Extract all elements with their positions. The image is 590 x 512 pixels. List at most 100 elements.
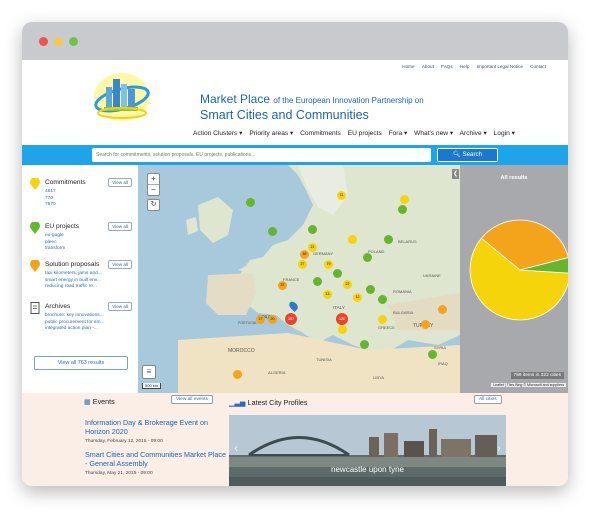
toplink-about[interactable]: About	[422, 64, 434, 69]
solution-proposal-link-3[interactable]: reducing road traffic re...	[45, 284, 102, 291]
commitment-link-1[interactable]: 4817	[45, 189, 56, 196]
carousel-next-button[interactable]: ›	[494, 443, 504, 454]
map-cluster-marker[interactable]: 27	[298, 260, 307, 269]
map-cluster-marker[interactable]: 12	[353, 293, 362, 302]
map-marker-yellow[interactable]	[378, 315, 387, 324]
archives-title: Archives	[45, 303, 71, 310]
search-button[interactable]: 🔍︎ Search	[437, 148, 498, 162]
map-marker-orange[interactable]	[233, 370, 242, 379]
map-marker-yellow[interactable]	[400, 195, 409, 204]
map-cluster-marker[interactable]: 21	[308, 243, 317, 252]
map-marker-green[interactable]	[313, 277, 322, 286]
eu-project-link-1[interactable]: eu-gugle	[45, 233, 65, 240]
toplink-faqs[interactable]: FAQs	[441, 64, 453, 69]
map-cluster-marker[interactable]: 126	[336, 313, 348, 325]
eu-projects-view-all-button[interactable]: View all	[108, 222, 132, 231]
map-cluster-marker[interactable]: 39	[300, 250, 309, 259]
map-cluster-marker[interactable]: 22	[343, 280, 352, 289]
map-marker-orange[interactable]	[421, 320, 430, 329]
carousel-prev-button[interactable]: ‹	[231, 443, 241, 454]
map-cluster-marker[interactable]: 20	[268, 315, 277, 324]
yellow-pin-icon	[30, 178, 40, 190]
map-marker-orange[interactable]	[438, 305, 447, 314]
map-marker-green[interactable]	[384, 235, 393, 244]
items-count-label: 789 items in 322 cities	[510, 372, 564, 379]
smart-city-logo[interactable]	[92, 69, 152, 123]
nav-commitments[interactable]: Commitments	[300, 130, 341, 137]
map-country-label: MOROCCO	[228, 348, 255, 354]
solution-proposals-view-all-button[interactable]: View all	[108, 260, 132, 269]
bottom-section: ▦ Events View all events Information Day…	[22, 393, 568, 486]
events-title: Events	[92, 397, 115, 406]
solution-proposals-section: Solution proposals View all taxi kilomet…	[30, 260, 134, 300]
map-cluster-marker[interactable]: 13	[323, 290, 332, 299]
event-title-link[interactable]: Smart Cities and Communities Market Plac…	[85, 450, 230, 468]
toplink-legal-notice[interactable]: Important Legal Notice	[477, 64, 523, 69]
map-country-label: BULGARIA	[393, 310, 414, 315]
map-layers-button[interactable]: ≡	[142, 365, 156, 379]
commitment-link-3[interactable]: 7570	[45, 202, 56, 209]
maximize-window-button[interactable]	[69, 37, 78, 46]
city-profile-carousel[interactable]: ‹ › newcastle upon tyne	[229, 415, 506, 486]
map-marker-yellow[interactable]	[338, 325, 347, 334]
nav-action-clusters[interactable]: Action Clusters ▾	[193, 130, 242, 137]
zoom-in-button[interactable]: +	[148, 174, 159, 185]
nav-fora[interactable]: Fora ▾	[389, 130, 408, 137]
results-collapse-handle[interactable]: ❮	[452, 169, 459, 179]
map-marker-green[interactable]	[428, 350, 437, 359]
map-zoom-control: + −	[147, 173, 160, 196]
zoom-out-button[interactable]: −	[148, 185, 159, 195]
map-marker-green[interactable]	[268, 227, 277, 236]
city-profiles-title: Latest City Profiles	[247, 398, 308, 407]
all-cities-button[interactable]: All cities	[474, 395, 502, 404]
event-title-link[interactable]: Information Day & Brokerage Event on Hor…	[85, 418, 230, 436]
map-marker-green[interactable]	[378, 295, 387, 304]
archive-link-1[interactable]: brochure: key innovations...	[45, 313, 104, 320]
nav-priority-areas[interactable]: Priority areas ▾	[249, 130, 293, 137]
map-cluster-marker[interactable]: 37	[278, 281, 287, 290]
results-pie-chart[interactable]	[460, 205, 568, 345]
map-marker-green[interactable]	[360, 340, 369, 349]
map-marker-yellow[interactable]	[348, 235, 357, 244]
view-all-results-button[interactable]: View all 763 results	[34, 356, 128, 370]
nav-login[interactable]: Login ▾	[494, 130, 515, 137]
commitments-title: Commitments	[45, 179, 86, 186]
map-marker-green[interactable]	[363, 253, 372, 262]
eu-projects-title: EU projects	[45, 223, 80, 230]
map-marker-green[interactable]	[398, 205, 407, 214]
europe-map[interactable]: + − ↻ FRANCE SPAIN PORTUGAL ITALY GERMAN…	[138, 165, 460, 393]
toplink-contact[interactable]: Contact	[530, 64, 546, 69]
view-all-events-button[interactable]: View all events	[171, 395, 213, 404]
map-cluster-marker[interactable]: 17	[256, 315, 265, 324]
minimize-window-button[interactable]	[54, 37, 63, 46]
search-input[interactable]	[92, 148, 431, 162]
search-button-label: Search	[462, 151, 483, 158]
nav-archive[interactable]: Archive ▾	[460, 130, 487, 137]
map-country-label: PORTUGAL	[238, 321, 258, 325]
event-date: Thursday, February 12, 2015 - 09:00	[85, 439, 163, 444]
nav-whats-new[interactable]: What's new ▾	[414, 130, 453, 137]
map-marker-green[interactable]	[333, 269, 342, 278]
toplink-help[interactable]: Help	[460, 64, 469, 69]
toplink-home[interactable]: Home	[402, 64, 414, 69]
archive-link-3[interactable]: integrated action plan -...	[45, 326, 104, 333]
close-window-button[interactable]	[39, 37, 48, 46]
map-marker-green[interactable]	[308, 225, 317, 234]
page-title: Market Place of the European Innovation …	[200, 92, 424, 106]
sidebar: Commitments View all 4817 770 7570 EU pr…	[22, 165, 138, 393]
event-date: Thursday, May 21, 2015 - 09:00	[85, 471, 153, 476]
map-marker-green[interactable]	[246, 198, 255, 207]
map-cluster-marker[interactable]: 11	[337, 191, 346, 200]
solution-proposal-link-1[interactable]: taxi kilometers, jams and...	[45, 271, 102, 278]
nav-eu-projects[interactable]: EU projects	[348, 130, 382, 137]
map-cluster-marker[interactable]: 79	[324, 260, 333, 269]
top-links: Home About FAQs Help Important Legal Not…	[396, 64, 546, 69]
commitments-view-all-button[interactable]: View all	[108, 178, 132, 187]
map-country-label: TUNISIA	[316, 357, 332, 362]
map-marker-green[interactable]	[366, 285, 375, 294]
map-attribution[interactable]: Leaflet | Tiles Bing © Microsoft and sup…	[491, 383, 566, 387]
map-refresh-button[interactable]: ↻	[147, 199, 160, 211]
archives-view-all-button[interactable]: View all	[108, 302, 132, 311]
map-cluster-marker[interactable]: 107	[285, 313, 297, 325]
eu-project-link-3[interactable]: transform	[45, 246, 65, 253]
